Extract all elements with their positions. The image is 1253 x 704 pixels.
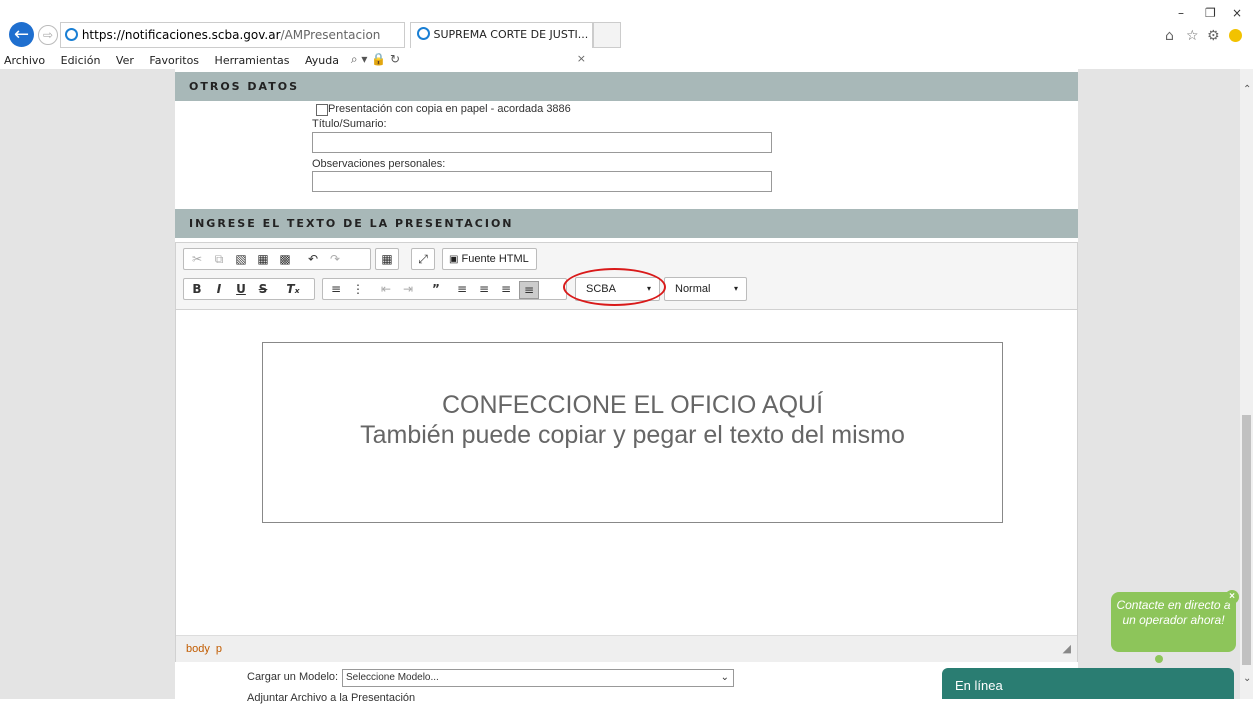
tab-favicon-icon bbox=[417, 27, 430, 40]
highlight-annotation-circle bbox=[563, 268, 666, 306]
chat-dot bbox=[1155, 655, 1163, 663]
browser-tab[interactable]: SUPREMA CORTE DE JUSTI... × bbox=[410, 22, 593, 65]
chat-close-icon[interactable]: × bbox=[1225, 590, 1239, 604]
paste-icon[interactable]: ▧ bbox=[232, 251, 250, 267]
align-center-icon[interactable]: ≡ bbox=[475, 281, 493, 297]
maximize-icon[interactable]: ⤢ bbox=[414, 251, 432, 267]
table-icon[interactable]: ▦ bbox=[378, 251, 396, 267]
clipboard-group: ✂ ⧉ ▧ ▦ ▩ ↶ ↷ bbox=[183, 248, 371, 270]
ie-icon bbox=[65, 28, 78, 41]
adjuntar-label: Adjuntar Archivo a la Presentación bbox=[247, 692, 416, 704]
menu-edicion[interactable]: Edición bbox=[61, 54, 101, 67]
modelo-label: Cargar un Modelo: bbox=[247, 671, 339, 683]
favorites-star-icon[interactable]: ☆ bbox=[1186, 28, 1199, 44]
menu-ayuda[interactable]: Ayuda bbox=[305, 54, 339, 67]
tab-title: SUPREMA CORTE DE JUSTI... bbox=[433, 28, 589, 41]
underline-button[interactable]: U bbox=[232, 281, 250, 297]
home-icon[interactable]: ⌂ bbox=[1165, 28, 1174, 44]
copy-icon[interactable]: ⧉ bbox=[210, 251, 228, 267]
blockquote-icon[interactable]: ” bbox=[427, 281, 445, 297]
table-group: ▦ bbox=[375, 248, 399, 270]
otros-datos-header: OTROS DATOS bbox=[175, 72, 1078, 101]
titulo-input[interactable] bbox=[312, 132, 772, 153]
scroll-up-icon[interactable]: ⌃ bbox=[1243, 84, 1251, 95]
element-path-bar: body p ◢ bbox=[176, 635, 1077, 662]
indent-icon[interactable]: ⇥ bbox=[399, 281, 417, 297]
source-html-button[interactable]: ▣ Fuente HTML bbox=[442, 248, 537, 270]
menu-archivo[interactable]: Archivo bbox=[4, 54, 45, 67]
numbered-list-icon[interactable]: ≡ bbox=[327, 281, 345, 297]
observaciones-label: Observaciones personales: bbox=[312, 158, 446, 170]
restore-icon[interactable]: ❐ bbox=[1205, 6, 1216, 20]
scrollbar-thumb[interactable] bbox=[1242, 415, 1251, 665]
cut-icon[interactable]: ✂ bbox=[188, 251, 206, 267]
placeholder-line-1: CONFECCIONE EL OFICIO AQUÍ bbox=[441, 391, 824, 419]
resize-handle-icon[interactable]: ◢ bbox=[1063, 636, 1071, 662]
chat-status: En línea bbox=[955, 678, 1003, 693]
smiley-feedback-icon[interactable] bbox=[1229, 29, 1242, 42]
placeholder-box[interactable]: CONFECCIONE EL OFICIO AQUÍ También puede… bbox=[262, 342, 1003, 523]
close-window-icon[interactable]: × bbox=[1232, 6, 1242, 20]
forward-button[interactable]: ⇨ bbox=[38, 25, 58, 45]
bulleted-list-icon[interactable]: ⋮ bbox=[349, 281, 367, 297]
chat-invite-bubble[interactable]: Contacte en directo a un operador ahora! bbox=[1111, 592, 1236, 652]
chevron-down-icon: ▾ bbox=[733, 284, 738, 293]
copia-papel-checkbox[interactable] bbox=[316, 104, 328, 116]
path-body[interactable]: body bbox=[186, 643, 210, 655]
menu-herramientas[interactable]: Herramientas bbox=[215, 54, 290, 67]
maximize-group: ⤢ bbox=[411, 248, 435, 270]
source-icon: ▣ bbox=[449, 254, 459, 265]
menu-bar: Archivo Edición Ver Favoritos Herramient… bbox=[0, 52, 1253, 69]
paste-text-icon[interactable]: ▦ bbox=[254, 251, 272, 267]
address-bar[interactable]: https://notificaciones.scba.gov.ar/AMPre… bbox=[60, 22, 405, 66]
source-button-label: Fuente HTML bbox=[461, 253, 529, 265]
chat-invite-text: Contacte en directo a un operador ahora! bbox=[1116, 598, 1231, 627]
outdent-icon[interactable]: ⇤ bbox=[377, 281, 395, 297]
redo-icon[interactable]: ↷ bbox=[326, 251, 344, 267]
url-path: /AMPresentacion bbox=[280, 28, 381, 42]
titulo-label: Título/Sumario: bbox=[312, 118, 387, 130]
remove-format-icon[interactable]: Tₓ bbox=[284, 281, 302, 297]
new-tab-button[interactable] bbox=[593, 22, 621, 48]
chat-bar[interactable]: En línea bbox=[942, 668, 1234, 699]
observaciones-input[interactable] bbox=[312, 171, 772, 192]
texto-presentacion-header: INGRESE EL TEXTO DE LA PRESENTACION bbox=[175, 209, 1078, 238]
align-left-icon[interactable]: ≡ bbox=[453, 281, 471, 297]
scroll-down-icon[interactable]: ⌄ bbox=[1243, 673, 1251, 684]
placeholder-line-2: También puede copiar y pegar el texto de… bbox=[360, 421, 905, 449]
strike-button[interactable]: S bbox=[254, 281, 272, 297]
menu-favoritos[interactable]: Favoritos bbox=[149, 54, 199, 67]
modelo-select[interactable]: Seleccione Modelo... ⌄ bbox=[342, 669, 734, 687]
paste-word-icon[interactable]: ▩ bbox=[276, 251, 294, 267]
align-right-icon[interactable]: ≡ bbox=[497, 281, 515, 297]
copia-papel-label: Presentación con copia en papel - acorda… bbox=[328, 103, 571, 115]
url-host: https://notificaciones.scba.gov.ar bbox=[81, 28, 281, 42]
modelo-select-value: Seleccione Modelo... bbox=[346, 672, 439, 683]
path-p[interactable]: p bbox=[216, 643, 222, 655]
basic-styles-group: B I U S Tₓ bbox=[183, 278, 315, 300]
bold-button[interactable]: B bbox=[188, 281, 206, 297]
italic-button[interactable]: I bbox=[210, 281, 228, 297]
paragraph-group: ≡ ⋮ ⇤ ⇥ ” ≡ ≡ ≡ ≡ bbox=[322, 278, 567, 300]
undo-icon[interactable]: ↶ bbox=[304, 251, 322, 267]
chevron-down-icon: ⌄ bbox=[720, 672, 729, 683]
format-select[interactable]: Normal ▾ bbox=[664, 277, 747, 301]
menu-ver[interactable]: Ver bbox=[116, 54, 134, 67]
format-select-value: Normal bbox=[675, 283, 711, 295]
minimize-icon[interactable]: – bbox=[1178, 6, 1184, 20]
align-justify-icon[interactable]: ≡ bbox=[519, 281, 539, 299]
back-button[interactable]: ← bbox=[9, 22, 34, 47]
settings-gear-icon[interactable]: ⚙ bbox=[1207, 28, 1220, 44]
